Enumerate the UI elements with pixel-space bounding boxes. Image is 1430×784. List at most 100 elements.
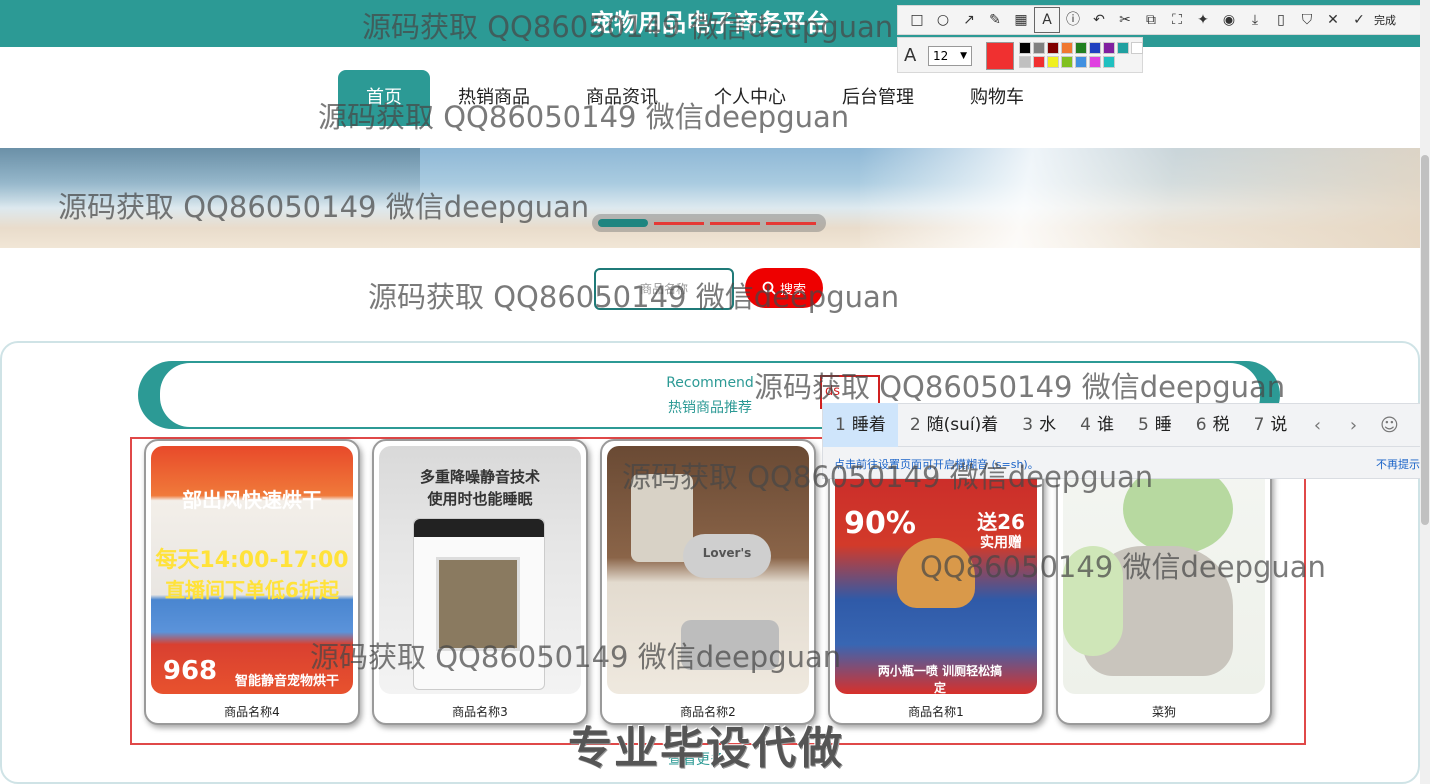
ime-candidate[interactable]: 1 睡着 [823, 403, 898, 447]
color-swatch[interactable] [1089, 56, 1101, 68]
product-image[interactable]: 多重降噪静音技术 使用时也能睡眠 [379, 446, 581, 694]
carousel-dot-1[interactable] [598, 219, 648, 227]
product-name[interactable]: 菜狗 [1058, 703, 1270, 720]
chevron-down-icon: ▼ [960, 51, 967, 61]
product-price: 968 [162, 656, 218, 686]
mosaic-tool-icon[interactable]: ▦ [1008, 7, 1034, 33]
bookmark-icon[interactable]: ⛉ [1294, 7, 1320, 33]
carousel-dot-3[interactable] [710, 221, 760, 225]
product-name[interactable]: 商品名称4 [146, 703, 358, 720]
product-image-text: 部出风快速烘干 [182, 488, 322, 512]
product-card[interactable]: 菜狗 [1056, 439, 1272, 725]
ellipse-tool-icon[interactable]: ○ [930, 7, 956, 33]
close-icon[interactable]: ✕ [1320, 7, 1346, 33]
carousel-dot-4[interactable] [766, 221, 816, 225]
ime-candidate-bar: 1 睡着 2 随(suí)着 3水 4谁 5睡 6税 7说 ‹ › ☺ [822, 403, 1430, 447]
product-card[interactable]: Lover's 商品名称2 [600, 439, 816, 725]
ime-candidate[interactable]: 3水 [1010, 403, 1068, 447]
nav-item-news[interactable]: 商品资讯 [558, 70, 686, 126]
color-swatch[interactable] [1075, 42, 1087, 54]
color-swatch[interactable] [1103, 56, 1115, 68]
check-icon[interactable]: ✓ [1346, 7, 1372, 33]
product-image-text: 多重降噪静音技术 [419, 468, 540, 486]
ime-hint-link[interactable]: 点击前往设置页面可开启模糊音 (s=sh)。 [834, 456, 1039, 472]
download-icon[interactable]: ⤓ [1242, 7, 1268, 33]
cabbage-leaf-shape [1063, 546, 1123, 656]
snip-toolbar: □ ○ ↗ ✎ ▦ A ⓘ ↶ ✂ ⧉ ⛶ ✦ ◉ ⤓ ▯ ⛉ ✕ ✓ 完成 [897, 5, 1430, 35]
search-input[interactable]: 商品名称 [594, 268, 734, 310]
product-name[interactable]: 商品名称1 [830, 703, 1042, 720]
done-button[interactable]: 完成 [1374, 12, 1396, 28]
search-button[interactable]: 搜索 [745, 268, 823, 308]
undo-icon[interactable]: ↶ [1086, 7, 1112, 33]
product-image-text: 实用赠 [980, 535, 1022, 551]
font-size-select[interactable]: 12 ▼ [928, 46, 972, 66]
product-image-text: 使用时也能睡眠 [427, 490, 533, 508]
font-size-value: 12 [933, 49, 949, 63]
color-swatch[interactable] [1033, 56, 1045, 68]
nav-item-cart[interactable]: 购物车 [942, 70, 1052, 126]
banner-waves [860, 148, 1420, 248]
arrow-tool-icon[interactable]: ↗ [956, 7, 982, 33]
ime-candidate[interactable]: 5睡 [1126, 403, 1184, 447]
color-swatch[interactable] [1061, 56, 1073, 68]
ime-candidate[interactable]: 7说 [1242, 403, 1300, 447]
phone-icon[interactable]: ▯ [1268, 7, 1294, 33]
color-swatch[interactable] [1117, 42, 1129, 54]
pet-dryer-shape [413, 518, 545, 690]
ime-candidate[interactable]: 4谁 [1068, 403, 1126, 447]
product-card[interactable]: 多重降噪静音技术 使用时也能睡眠 商品名称3 [372, 439, 588, 725]
corgi-shape [897, 538, 975, 608]
text-tool-icon[interactable]: A [1034, 7, 1060, 33]
view-more-link[interactable]: 查看更多 [668, 749, 724, 769]
color-swatch[interactable] [1033, 42, 1045, 54]
carousel-dot-2[interactable] [654, 221, 704, 225]
number-tool-icon[interactable]: ⓘ [1060, 7, 1086, 33]
nav-item-profile[interactable]: 个人中心 [686, 70, 814, 126]
banner-carousel[interactable] [0, 148, 1420, 248]
color-swatch[interactable] [1089, 42, 1101, 54]
color-swatch[interactable] [1075, 56, 1087, 68]
recommend-title-en: Recommend [666, 375, 754, 391]
product-image[interactable]: 90% 送26 实用赠 两小瓶一喷 训厕轻松搞定 [835, 446, 1037, 694]
product-image-text: 每天14:00-17:00 [155, 548, 349, 573]
carousel-indicators [592, 214, 826, 232]
chevron-left-icon[interactable]: ‹ [1299, 415, 1335, 436]
nav-item-admin[interactable]: 后台管理 [814, 70, 942, 126]
nav-item-hot-products[interactable]: 热销商品 [430, 70, 558, 126]
color-swatch[interactable] [1019, 56, 1031, 68]
color-swatch[interactable] [1047, 42, 1059, 54]
pen-tool-icon[interactable]: ✎ [982, 7, 1008, 33]
product-name[interactable]: 商品名称2 [602, 703, 814, 720]
product-card[interactable]: 部出风快速烘干 每天14:00-17:00 直播间下单低6折起 968 智能静音… [144, 439, 360, 725]
product-name[interactable]: 商品名称3 [374, 703, 586, 720]
product-image[interactable]: Lover's [607, 446, 809, 694]
color-swatch[interactable] [1061, 42, 1073, 54]
product-image[interactable]: 部出风快速烘干 每天14:00-17:00 直播间下单低6折起 968 智能静音… [151, 446, 353, 694]
ime-candidate[interactable]: 6税 [1184, 403, 1242, 447]
product-image-text: 两小瓶一喷 训厕轻松搞定 [877, 664, 1003, 694]
color-swatch[interactable] [1103, 42, 1115, 54]
scrollbar-thumb[interactable] [1421, 155, 1429, 525]
search-icon [762, 281, 776, 295]
dryer-window [436, 557, 520, 651]
ime-candidate[interactable]: 2 随(suí)着 [898, 403, 1010, 447]
record-icon[interactable]: ◉ [1216, 7, 1242, 33]
cut-icon[interactable]: ✂ [1112, 7, 1138, 33]
color-swatch[interactable] [1131, 42, 1143, 54]
product-card[interactable]: 90% 送26 实用赠 两小瓶一喷 训厕轻松搞定 商品名称1 [828, 439, 1044, 725]
font-icon: A [904, 45, 917, 66]
color-swatch[interactable] [1047, 56, 1059, 68]
color-swatch[interactable] [1019, 42, 1031, 54]
emoji-icon[interactable]: ☺ [1371, 415, 1407, 436]
chevron-right-icon[interactable]: › [1335, 415, 1371, 436]
rectangle-tool-icon[interactable]: □ [904, 7, 930, 33]
long-screenshot-icon[interactable]: ⛶ [1164, 7, 1190, 33]
product-image[interactable] [1063, 446, 1265, 694]
nav-item-home[interactable]: 首页 [338, 70, 430, 126]
ime-dismiss-link[interactable]: 不再提示 [1376, 456, 1420, 472]
pin-icon[interactable]: ✦ [1190, 7, 1216, 33]
ocr-icon[interactable]: ⧉ [1138, 7, 1164, 33]
product-image-text: 90% [844, 506, 916, 541]
current-color-swatch[interactable] [986, 42, 1014, 70]
